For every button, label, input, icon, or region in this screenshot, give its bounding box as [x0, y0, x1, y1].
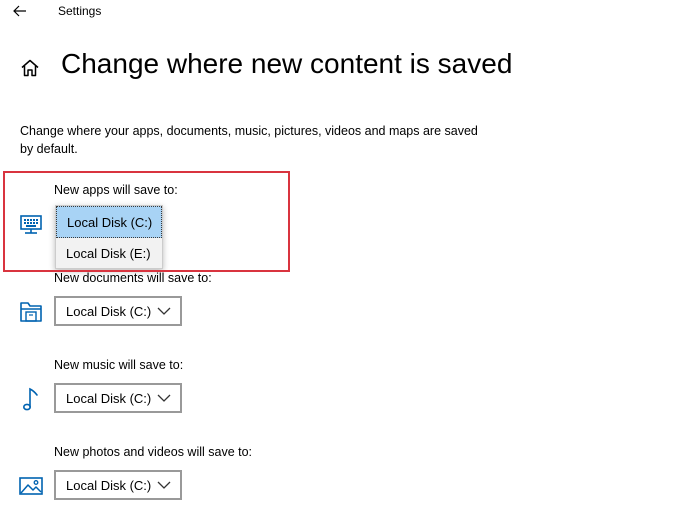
music-save-label: New music will save to:	[54, 358, 184, 372]
chevron-down-icon	[154, 304, 174, 318]
chevron-down-icon	[154, 478, 174, 492]
home-icon	[21, 59, 39, 77]
window-title: Settings	[58, 4, 102, 18]
dropdown-option-e[interactable]: Local Disk (E:)	[56, 238, 162, 269]
back-button[interactable]	[10, 2, 30, 20]
music-location-value: Local Disk (C:)	[66, 390, 152, 406]
documents-folder-icon	[20, 302, 42, 322]
title-bar: Settings	[0, 0, 688, 24]
photos-save-label: New photos and videos will save to:	[54, 445, 253, 459]
page-title: Change where new content is saved	[61, 48, 513, 79]
documents-location-dropdown[interactable]: Local Disk (C:)	[54, 296, 182, 326]
music-note-icon	[23, 387, 38, 411]
chevron-down-icon	[154, 391, 174, 405]
apps-save-label: New apps will save to:	[54, 183, 178, 197]
photos-location-value: Local Disk (C:)	[66, 477, 152, 493]
dropdown-option-c[interactable]: Local Disk (C:)	[56, 206, 162, 238]
documents-location-value: Local Disk (C:)	[66, 303, 152, 319]
page-description: Change where your apps, documents, music…	[20, 124, 478, 156]
back-arrow-icon	[13, 5, 26, 17]
photos-location-dropdown[interactable]: Local Disk (C:)	[54, 470, 182, 500]
music-location-dropdown[interactable]: Local Disk (C:)	[54, 383, 182, 413]
monitor-icon	[20, 215, 42, 234]
photo-icon	[19, 477, 43, 495]
apps-dropdown-list: Local Disk (C:) Local Disk (E:)	[55, 205, 163, 269]
documents-save-label: New documents will save to:	[54, 271, 212, 285]
settings-window: Settings Change where new content is sav…	[0, 0, 688, 516]
